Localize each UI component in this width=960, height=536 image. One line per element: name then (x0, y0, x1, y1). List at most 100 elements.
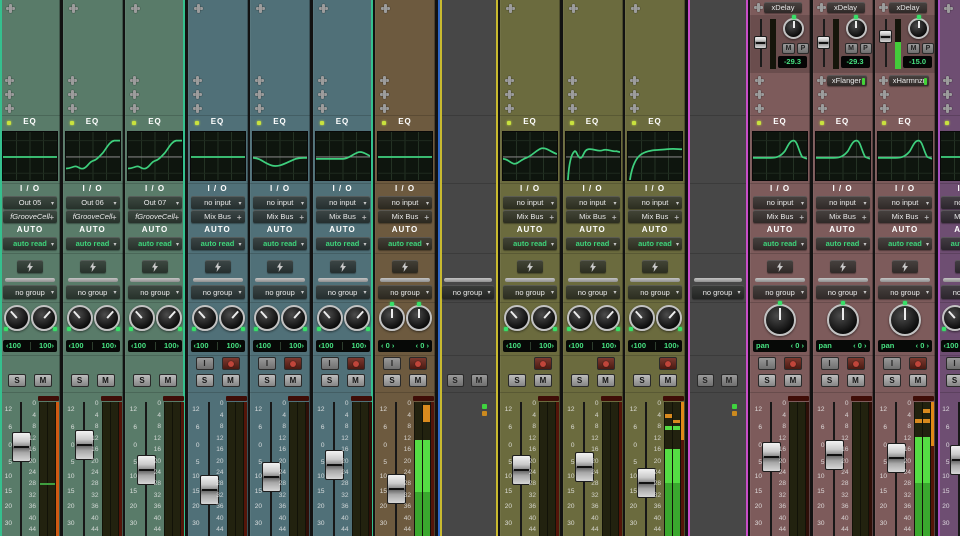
output-selector[interactable]: Mix Bus+ (941, 210, 960, 223)
insert-slot-icon[interactable] (755, 90, 764, 99)
output-selector[interactable]: Mix Bus+ (566, 210, 620, 223)
automation-mode-selector[interactable]: auto read▾ (628, 237, 682, 250)
group-selector[interactable]: no group▾ (66, 285, 120, 299)
input-selector[interactable]: no input▾ (816, 196, 870, 209)
output-selector[interactable]: fGrooveCell+ (128, 210, 182, 223)
insert-slot-icon[interactable] (255, 90, 264, 99)
insert-slot-icon[interactable] (381, 4, 390, 13)
record-arm-button[interactable] (534, 357, 552, 370)
send-pre-button[interactable]: P (860, 43, 872, 54)
insert-slot-icon[interactable] (569, 4, 578, 13)
freeze-button[interactable] (205, 260, 231, 273)
pan-knob-right[interactable] (656, 305, 682, 331)
pan-value-display[interactable]: ‹100100› (566, 340, 620, 352)
insert-slot-icon[interactable] (630, 76, 639, 85)
pan-knob-right[interactable] (594, 305, 620, 331)
automation-mode-selector[interactable]: auto read▾ (816, 237, 870, 250)
pan-knob-left[interactable] (629, 305, 655, 331)
insert-slot-icon[interactable] (130, 104, 139, 113)
pan-value-display[interactable]: ‹100100› (253, 340, 307, 352)
freeze-button[interactable] (330, 260, 356, 273)
freeze-button[interactable] (392, 260, 418, 273)
automation-mode-selector[interactable]: auto read▾ (878, 237, 932, 250)
mute-button[interactable]: M (409, 374, 427, 387)
input-monitor-button[interactable]: I (758, 357, 776, 370)
pan-knob-left[interactable] (317, 305, 343, 331)
input-selector[interactable]: no input▾ (628, 196, 682, 209)
pan-knob-right[interactable] (406, 305, 432, 331)
eq-curve-display[interactable] (65, 131, 121, 181)
pan-knob-left[interactable] (254, 305, 280, 331)
volume-fader[interactable] (825, 440, 844, 470)
pan-value-display[interactable]: pan‹ 0 › (878, 340, 932, 352)
input-selector[interactable]: no input▾ (878, 196, 932, 209)
eq-curve-display[interactable] (252, 131, 308, 181)
volume-fader[interactable] (575, 452, 594, 482)
insert-slot-icon[interactable] (318, 76, 327, 85)
output-selector[interactable]: Mix Bus+ (503, 210, 557, 223)
insert-slot-icon[interactable] (943, 104, 952, 113)
clip-indicator[interactable] (601, 396, 622, 401)
solo-button[interactable]: S (196, 374, 214, 387)
mute-button[interactable]: M (34, 374, 52, 387)
pan-value-display[interactable]: ‹100100› (628, 340, 682, 352)
automation-mode-selector[interactable]: auto read▾ (253, 237, 307, 250)
automation-mode-selector[interactable]: auto read▾ (3, 237, 57, 250)
eq-plugin-button[interactable]: EQ (125, 117, 185, 126)
input-selector[interactable]: no input▾ (503, 196, 557, 209)
group-selector[interactable]: no group▾ (503, 285, 557, 299)
pan-knob-right[interactable] (94, 305, 120, 331)
insert-slot-icon[interactable] (318, 104, 327, 113)
eq-plugin-button[interactable]: EQ (375, 117, 435, 126)
insert-slot-icon[interactable] (193, 104, 202, 113)
solo-button[interactable]: S (133, 374, 151, 387)
pan-value-display[interactable]: ‹100100› (316, 340, 370, 352)
automation-mode-selector[interactable]: auto read▾ (128, 237, 182, 250)
freeze-button[interactable] (955, 260, 960, 273)
pan-knob-left[interactable] (567, 305, 593, 331)
freeze-button[interactable] (767, 260, 793, 273)
pan-knob-left[interactable] (379, 305, 405, 331)
insert-slot-icon[interactable] (6, 4, 15, 13)
eq-plugin-button[interactable]: EQ (625, 117, 685, 126)
send-mute-button[interactable]: M (907, 43, 920, 54)
group-selector[interactable]: no group▾ (753, 285, 807, 299)
solo-button[interactable]: S (71, 374, 89, 387)
mute-button[interactable]: M (347, 374, 365, 387)
pan-knob[interactable] (889, 304, 921, 336)
pan-knob-left[interactable] (504, 305, 530, 331)
input-monitor-button[interactable]: I (883, 357, 901, 370)
mute-button[interactable]: M (97, 374, 115, 387)
automation-mode-selector[interactable]: auto read▾ (316, 237, 370, 250)
clip-indicator[interactable] (538, 396, 559, 401)
automation-mode-selector[interactable]: auto read▾ (378, 237, 432, 250)
group-selector[interactable]: no group▾ (3, 285, 57, 299)
group-selector[interactable]: no group▾ (378, 285, 432, 299)
insert-slot-icon[interactable] (256, 4, 265, 13)
insert-slot-icon[interactable] (505, 90, 514, 99)
insert-slot-icon[interactable] (193, 76, 202, 85)
mute-button[interactable]: M (847, 374, 865, 387)
record-arm-button[interactable] (409, 357, 427, 370)
record-arm-button[interactable] (347, 357, 365, 370)
output-selector[interactable]: fGrooveCell+ (66, 210, 120, 223)
freeze-button[interactable] (142, 260, 168, 273)
pan-value-display[interactable]: pan‹ 0 › (753, 340, 807, 352)
group-selector[interactable]: no group▾ (878, 285, 932, 299)
send-slot-icon[interactable] (817, 3, 826, 12)
insert-slot-icon[interactable] (5, 90, 14, 99)
freeze-button[interactable] (580, 260, 606, 273)
input-monitor-button[interactable]: I (821, 357, 839, 370)
insert-slot-icon[interactable] (131, 4, 140, 13)
freeze-button[interactable] (267, 260, 293, 273)
eq-curve-display[interactable] (752, 131, 808, 181)
input-monitor-button[interactable]: I (383, 357, 401, 370)
mute-button[interactable]: M (534, 374, 552, 387)
group-selector[interactable]: no group▾ (566, 285, 620, 299)
insert-slot-icon[interactable] (755, 76, 764, 85)
send-slot-button[interactable]: xDelay (889, 2, 927, 13)
pan-value-display[interactable]: ‹100100› (503, 340, 557, 352)
pan-value-display[interactable]: ‹100100› (191, 340, 245, 352)
insert-slot-icon[interactable] (318, 90, 327, 99)
freeze-button[interactable] (892, 260, 918, 273)
